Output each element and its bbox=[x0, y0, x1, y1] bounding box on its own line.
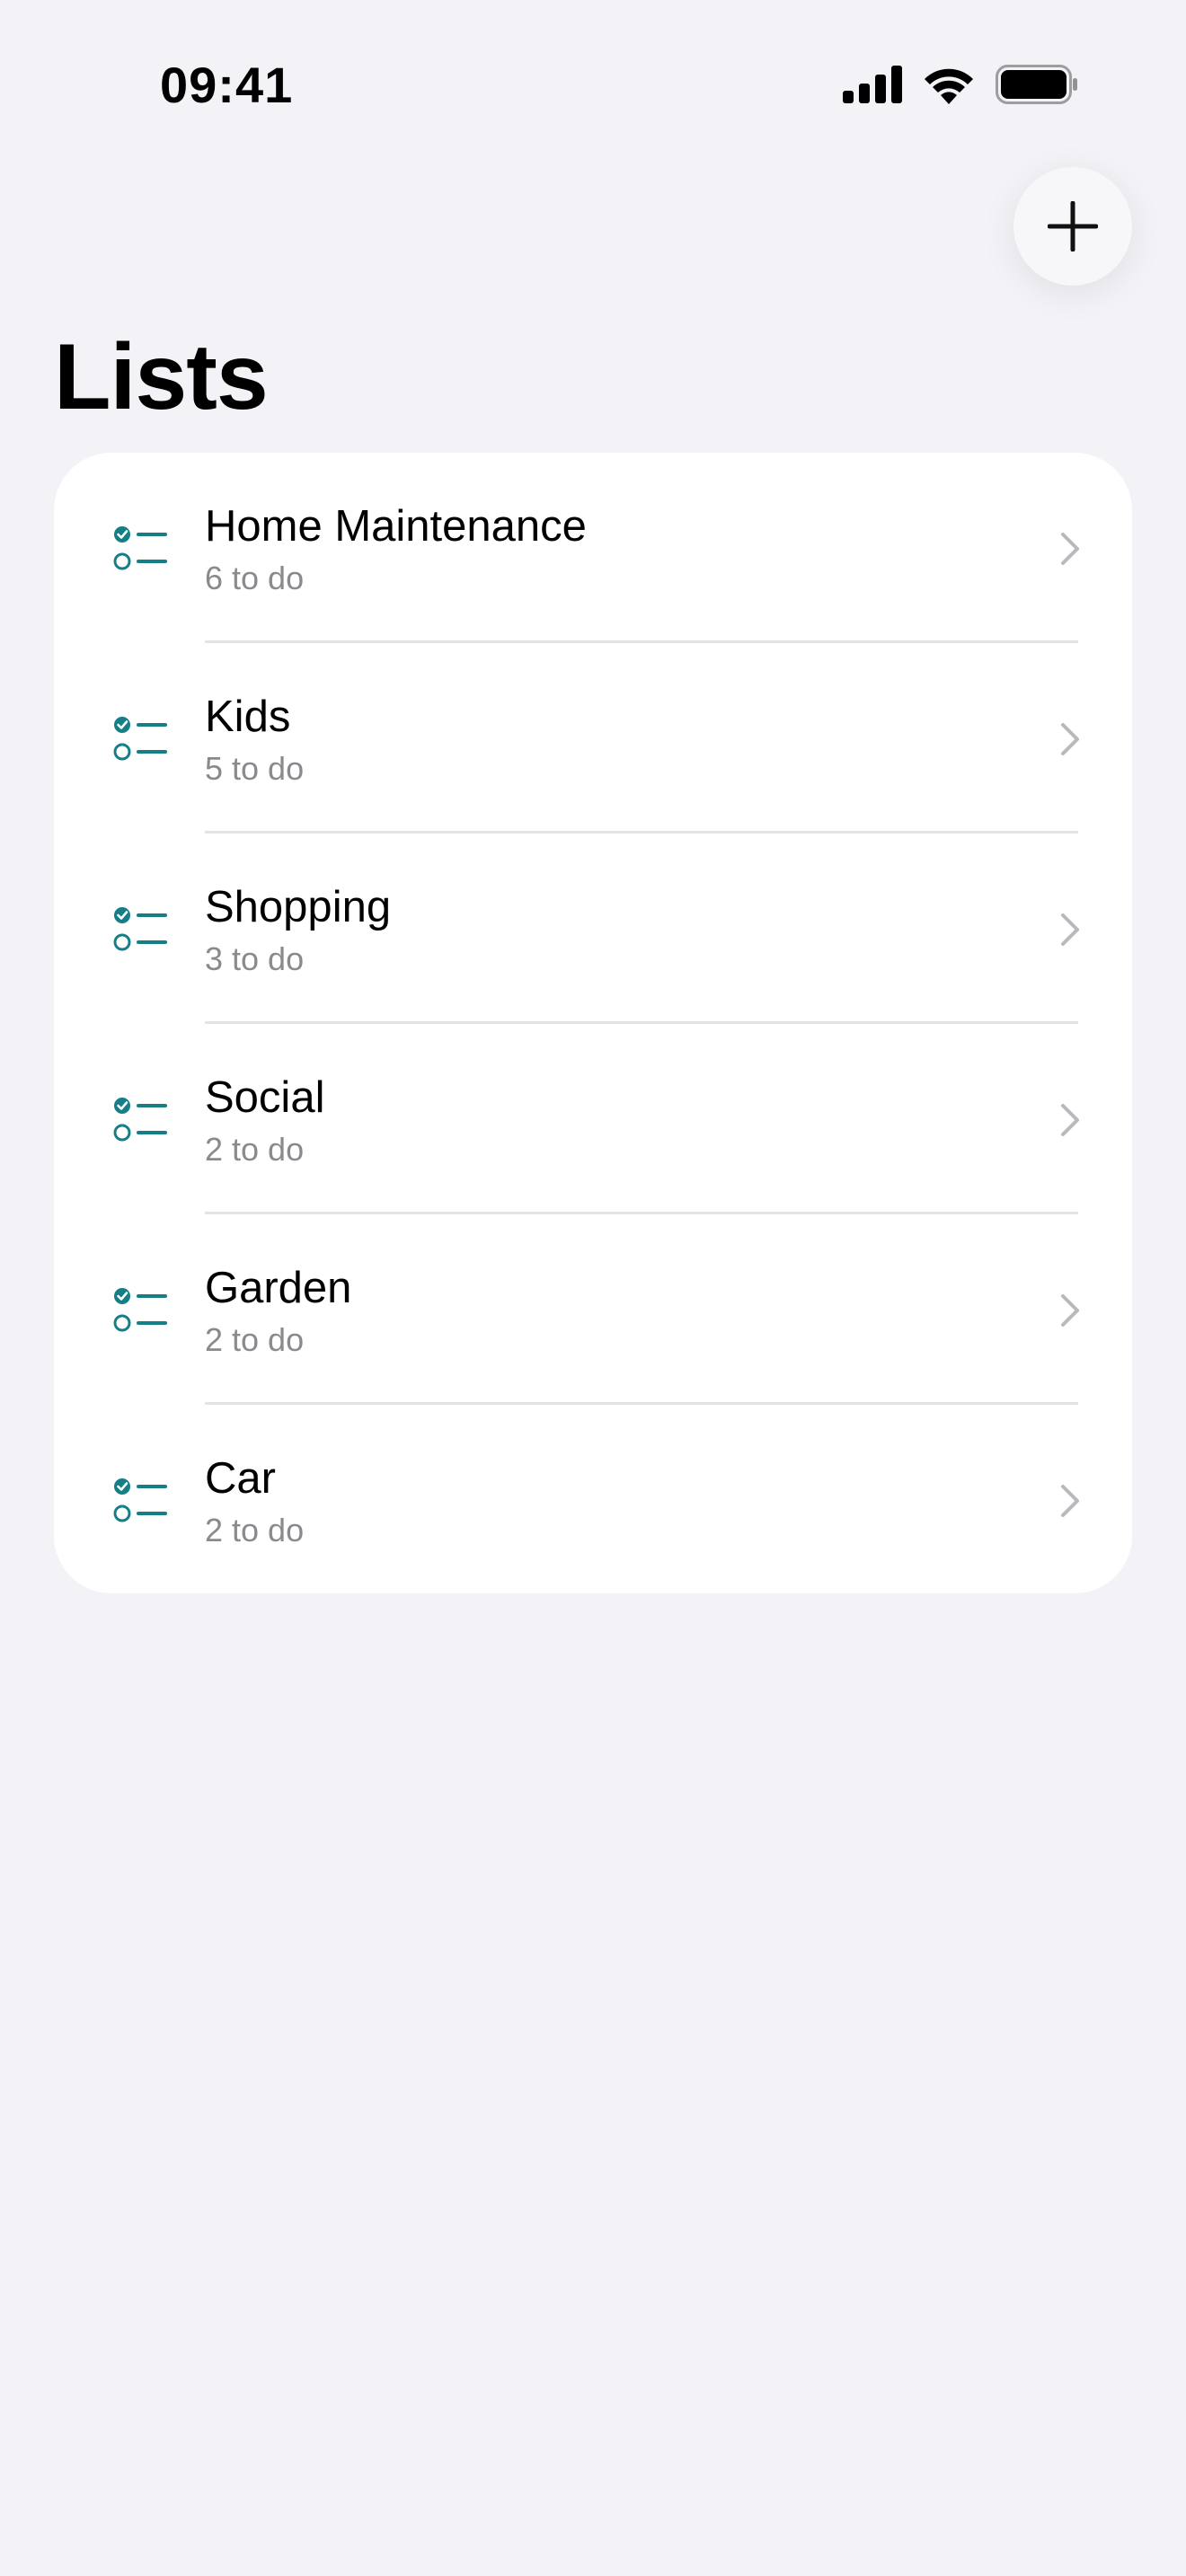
chevron-right-icon bbox=[1061, 913, 1079, 946]
list-item[interactable]: Home Maintenance 6 to do bbox=[54, 453, 1132, 643]
list-title: Garden bbox=[205, 1264, 352, 1312]
page-title: Lists bbox=[54, 325, 269, 429]
cellular-signal-icon bbox=[843, 66, 902, 103]
lists-card: Home Maintenance 6 to do Kids 5 to do Sh… bbox=[54, 453, 1132, 1593]
list-item[interactable]: Social 2 to do bbox=[54, 1024, 1132, 1214]
chevron-right-icon bbox=[1061, 723, 1079, 755]
list-title: Social bbox=[205, 1073, 325, 1122]
list-count: 2 to do bbox=[205, 1321, 305, 1358]
checklist-icon bbox=[113, 1098, 167, 1142]
list-item[interactable]: Garden 2 to do bbox=[54, 1214, 1132, 1405]
list-title: Home Maintenance bbox=[205, 502, 587, 551]
chevron-right-icon bbox=[1061, 1104, 1079, 1136]
list-title: Car bbox=[205, 1454, 276, 1503]
list-item[interactable]: Shopping 3 to do bbox=[54, 834, 1132, 1024]
checklist-icon bbox=[113, 717, 167, 761]
list-title: Shopping bbox=[205, 883, 392, 931]
chevron-right-icon bbox=[1061, 1294, 1079, 1327]
list-count: 2 to do bbox=[205, 1512, 305, 1548]
list-count: 3 to do bbox=[205, 940, 305, 977]
list-item[interactable]: Car 2 to do bbox=[54, 1405, 1132, 1593]
list-title: Kids bbox=[205, 693, 291, 741]
list-item[interactable]: Kids 5 to do bbox=[54, 643, 1132, 834]
add-list-button[interactable] bbox=[1013, 167, 1132, 286]
plus-icon bbox=[1048, 201, 1098, 251]
chevron-right-icon bbox=[1061, 533, 1079, 565]
status-time: 09:41 bbox=[160, 57, 294, 113]
chevron-right-icon bbox=[1061, 1485, 1079, 1517]
status-bar: 09:41 bbox=[0, 0, 1186, 171]
battery-icon bbox=[996, 65, 1077, 104]
list-count: 6 to do bbox=[205, 560, 305, 596]
wifi-icon bbox=[925, 68, 973, 104]
checklist-icon bbox=[113, 1288, 167, 1332]
status-icons bbox=[843, 65, 1078, 104]
checklist-icon bbox=[113, 1478, 167, 1522]
list-count: 2 to do bbox=[205, 1131, 305, 1168]
checklist-icon bbox=[113, 526, 167, 570]
list-count: 5 to do bbox=[205, 750, 305, 787]
checklist-icon bbox=[113, 907, 167, 951]
